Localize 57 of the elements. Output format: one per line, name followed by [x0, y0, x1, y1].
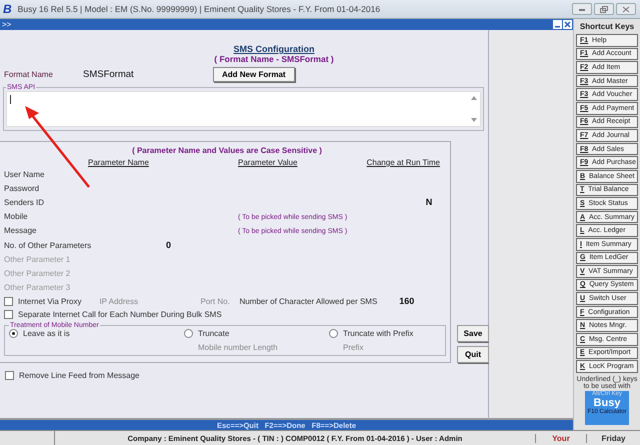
parameter-label: User Name — [4, 170, 46, 179]
checkbox[interactable] — [4, 310, 13, 319]
restore-icon — [600, 6, 608, 12]
option-field-label: Prefix — [342, 342, 364, 352]
parameter-label: Password — [4, 184, 40, 193]
app-logo: B — [3, 2, 12, 16]
radio-button[interactable] — [9, 328, 18, 338]
ip-address-label: IP Address — [99, 296, 139, 306]
parameter-label: Mobile — [4, 212, 29, 222]
checkbox[interactable] — [4, 296, 13, 306]
column-header: Parameter Name — [88, 158, 150, 167]
proxy-label: Internet Via Proxy — [18, 296, 82, 306]
case-note: ( Parameter Name and Values are Case Sensitive ) — [131, 146, 323, 155]
close-button[interactable] — [563, 20, 572, 29]
brand-logo: Busy — [594, 396, 620, 409]
parameter-label: Other Parameter 2 — [4, 268, 72, 278]
radio-button[interactable] — [329, 328, 338, 338]
characters-value: 160 — [399, 296, 414, 306]
parameter-label: Other Parameter 1 — [4, 254, 72, 264]
action-button[interactable]: Save — [457, 324, 489, 342]
restore-button[interactable] — [594, 3, 614, 15]
format-name-label: Format Name — [4, 70, 54, 78]
action-button[interactable]: Quit — [457, 346, 489, 363]
checkbox[interactable] — [5, 370, 14, 380]
option-label: Truncate — [198, 328, 230, 338]
minimize-icon — [578, 6, 586, 12]
add-format-button[interactable]: Add New Format — [213, 66, 295, 82]
option-field-label: Mobile number Length — [197, 342, 279, 352]
status-message: Your — [535, 434, 586, 442]
close-button[interactable] — [616, 3, 636, 15]
option-label: Leave as it is — [23, 328, 70, 338]
close-icon — [622, 6, 630, 12]
minimize-button[interactable] — [572, 3, 592, 15]
sms-api-field[interactable] — [6, 91, 481, 127]
scroll-down-icon[interactable] — [471, 118, 477, 122]
parameter-label: Message — [4, 226, 38, 236]
expand-button[interactable]: >> — [0, 20, 14, 30]
form-subtitle: ( Format Name - SMSFormat ) — [214, 54, 334, 64]
parameter-label: Senders ID — [4, 198, 46, 207]
column-header: Parameter Value — [238, 158, 298, 167]
day-label: Friday — [586, 434, 640, 442]
parameter-count: 0 — [166, 240, 172, 250]
option-label: Truncate with Prefix — [343, 328, 414, 338]
separate-call-label: Separate Internet Call for Each Number During Bulk SMS — [18, 310, 222, 319]
parameter-label: Other Parameter 3 — [4, 283, 72, 292]
characters-label: Number of Character Allowed per SMS — [239, 296, 378, 306]
form-title: SMS Configuration — [234, 44, 314, 54]
remove-linefeed-label: Remove Line Feed from Message — [19, 370, 140, 380]
column-header: Change at Run Time — [366, 158, 440, 167]
panel-title: Shortcut Keys — [580, 21, 634, 33]
run-time-value: N — [426, 197, 432, 208]
window-title: Busy 16 Rel 5.5 | Model : EM (S.No. 99999999) | Eminent Quality Stores - F.Y. From 01-04-2016 — [18, 4, 382, 14]
scroll-up-icon[interactable] — [471, 96, 477, 100]
radio-button[interactable] — [184, 328, 193, 338]
port-label: Port No. — [200, 296, 231, 306]
parameter-label: No. of Other Parameters — [4, 240, 92, 250]
format-name-value: SMSFormat — [83, 68, 135, 80]
